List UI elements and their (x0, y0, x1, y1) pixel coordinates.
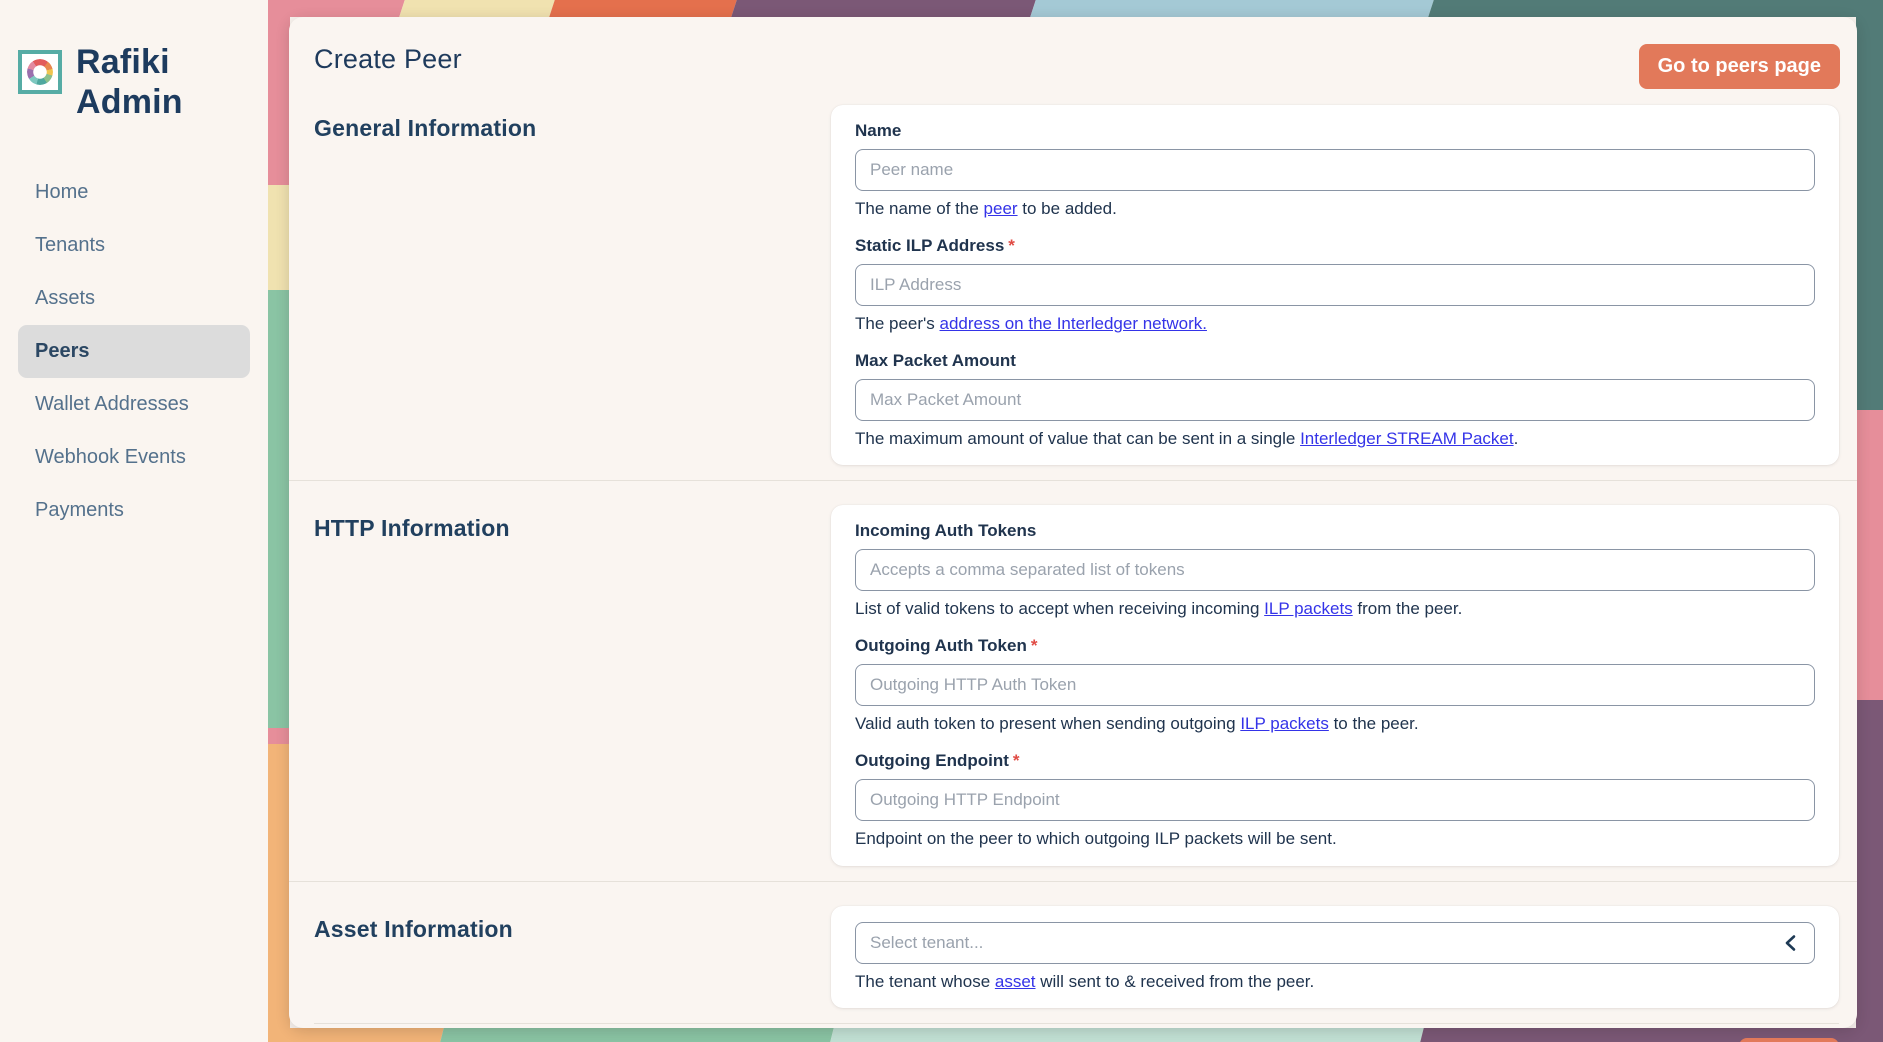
section-panel: Incoming Auth Tokens List of valid tokens… (831, 505, 1839, 865)
section-heading: HTTP Information (314, 489, 831, 542)
rafiki-logo-icon (18, 50, 62, 94)
sidebar-item-assets[interactable]: Assets (18, 272, 250, 325)
sidebar: Rafiki Admin HomeTenantsAssetsPeersWalle… (0, 0, 268, 1042)
rafiki-ring-icon (27, 59, 53, 85)
bg-shape-pink (266, 728, 290, 744)
bg-shape-green (266, 290, 290, 728)
section-general-information: General Information Name The name of the p… (289, 97, 1857, 480)
sidebar-item-webhook-events[interactable]: Webhook Events (18, 431, 250, 484)
field-incoming-auth-tokens: Incoming Auth Tokens List of valid tokens… (855, 521, 1815, 620)
field-helper-text: The tenant whose asset will sent to & re… (855, 971, 1815, 993)
helper-link[interactable]: peer (984, 199, 1018, 218)
field-label: Incoming Auth Tokens (855, 521, 1815, 541)
section-panel: Name The name of the peer to be added. Sta… (831, 105, 1839, 465)
bg-shape-pink (1856, 410, 1883, 700)
field-helper-text: Valid auth token to present when sending… (855, 713, 1815, 735)
field-label: Name (855, 121, 1815, 141)
section-asset-information: Asset Information The tenant whose asset … (289, 881, 1857, 1023)
section-heading: General Information (314, 105, 831, 142)
required-asterisk: * (1031, 636, 1038, 655)
section-http-information: HTTP Information Incoming Auth Tokens List… (289, 480, 1857, 880)
bg-shape-yellow (399, 0, 555, 17)
input-incoming-auth-tokens[interactable] (855, 549, 1815, 591)
page-title: Create Peer (314, 44, 462, 75)
section-panel: The tenant whose asset will sent to & re… (831, 906, 1839, 1008)
helper-link[interactable]: asset (995, 972, 1036, 991)
field-helper-text: The peer's address on the Interledger ne… (855, 313, 1815, 335)
field-label: Outgoing Auth Token* (855, 636, 1815, 656)
required-asterisk: * (1008, 236, 1015, 255)
bg-shape-pink (266, 0, 290, 185)
field-helper-text: The name of the peer to be added. (855, 198, 1815, 220)
field-name: Name The name of the peer to be added. (855, 121, 1815, 220)
field-label: Outgoing Endpoint* (855, 751, 1815, 771)
card-footer: Create (314, 1023, 1839, 1042)
field-helper-text: List of valid tokens to accept when rece… (855, 598, 1815, 620)
create-peer-card: Create Peer Go to peers page General Inf… (289, 17, 1857, 1028)
card-header: Create Peer Go to peers page (289, 17, 1857, 97)
sidebar-item-home[interactable]: Home (18, 166, 250, 219)
bg-shape-orange (549, 0, 737, 17)
background-left-band (266, 0, 290, 1042)
bg-shape-purple (731, 0, 1036, 17)
field-label: Max Packet Amount (855, 351, 1815, 371)
sidebar-nav: HomeTenantsAssetsPeersWallet AddressesWe… (18, 166, 250, 537)
bg-shape-teal (1856, 0, 1883, 410)
field-outgoing-auth-token: Outgoing Auth Token* Valid auth token to … (855, 636, 1815, 735)
tenant-select-input[interactable] (855, 922, 1815, 964)
field-static-ilp-address: Static ILP Address* The peer's address on… (855, 236, 1815, 335)
create-button[interactable]: Create (1739, 1038, 1839, 1042)
form-sections: General Information Name The name of the p… (289, 97, 1857, 1023)
helper-link[interactable]: ILP packets (1264, 599, 1353, 618)
sidebar-item-payments[interactable]: Payments (18, 484, 250, 537)
helper-link[interactable]: ILP packets (1240, 714, 1329, 733)
field-helper-text: Endpoint on the peer to which outgoing I… (855, 828, 1815, 850)
field-outgoing-endpoint: Outgoing Endpoint* Endpoint on the peer t… (855, 751, 1815, 850)
app-title: Rafiki Admin (76, 42, 183, 122)
go-to-peers-button[interactable]: Go to peers page (1639, 44, 1840, 89)
field-helper-text: The maximum amount of value that can be … (855, 428, 1815, 450)
sidebar-item-peers[interactable]: Peers (18, 325, 250, 378)
bg-shape-yellow (266, 185, 290, 290)
section-heading: Asset Information (314, 890, 831, 943)
input-max-packet-amount[interactable] (855, 379, 1815, 421)
input-static-ilp-address[interactable] (855, 264, 1815, 306)
bg-shape-lightblue (1030, 0, 1434, 17)
background-top-band (260, 0, 1883, 17)
input-outgoing-endpoint[interactable] (855, 779, 1815, 821)
helper-link[interactable]: address on the Interledger network. (940, 314, 1207, 333)
sidebar-item-tenants[interactable]: Tenants (18, 219, 250, 272)
background-right-band (1856, 0, 1883, 1042)
bg-shape-purple (1856, 700, 1883, 1042)
bg-shape-teal (1428, 0, 1883, 17)
bg-shape-tan (266, 744, 290, 1042)
sidebar-item-wallet-addresses[interactable]: Wallet Addresses (18, 378, 250, 431)
input-name[interactable] (855, 149, 1815, 191)
field-label: Static ILP Address* (855, 236, 1815, 256)
field-max-packet-amount: Max Packet Amount The maximum amount of v… (855, 351, 1815, 450)
brand: Rafiki Admin (18, 42, 250, 122)
required-asterisk: * (1013, 751, 1020, 770)
field-select-tenant-: The tenant whose asset will sent to & re… (855, 922, 1815, 993)
helper-link[interactable]: Interledger STREAM Packet (1300, 429, 1514, 448)
tenant-select[interactable] (855, 922, 1815, 964)
input-outgoing-auth-token[interactable] (855, 664, 1815, 706)
